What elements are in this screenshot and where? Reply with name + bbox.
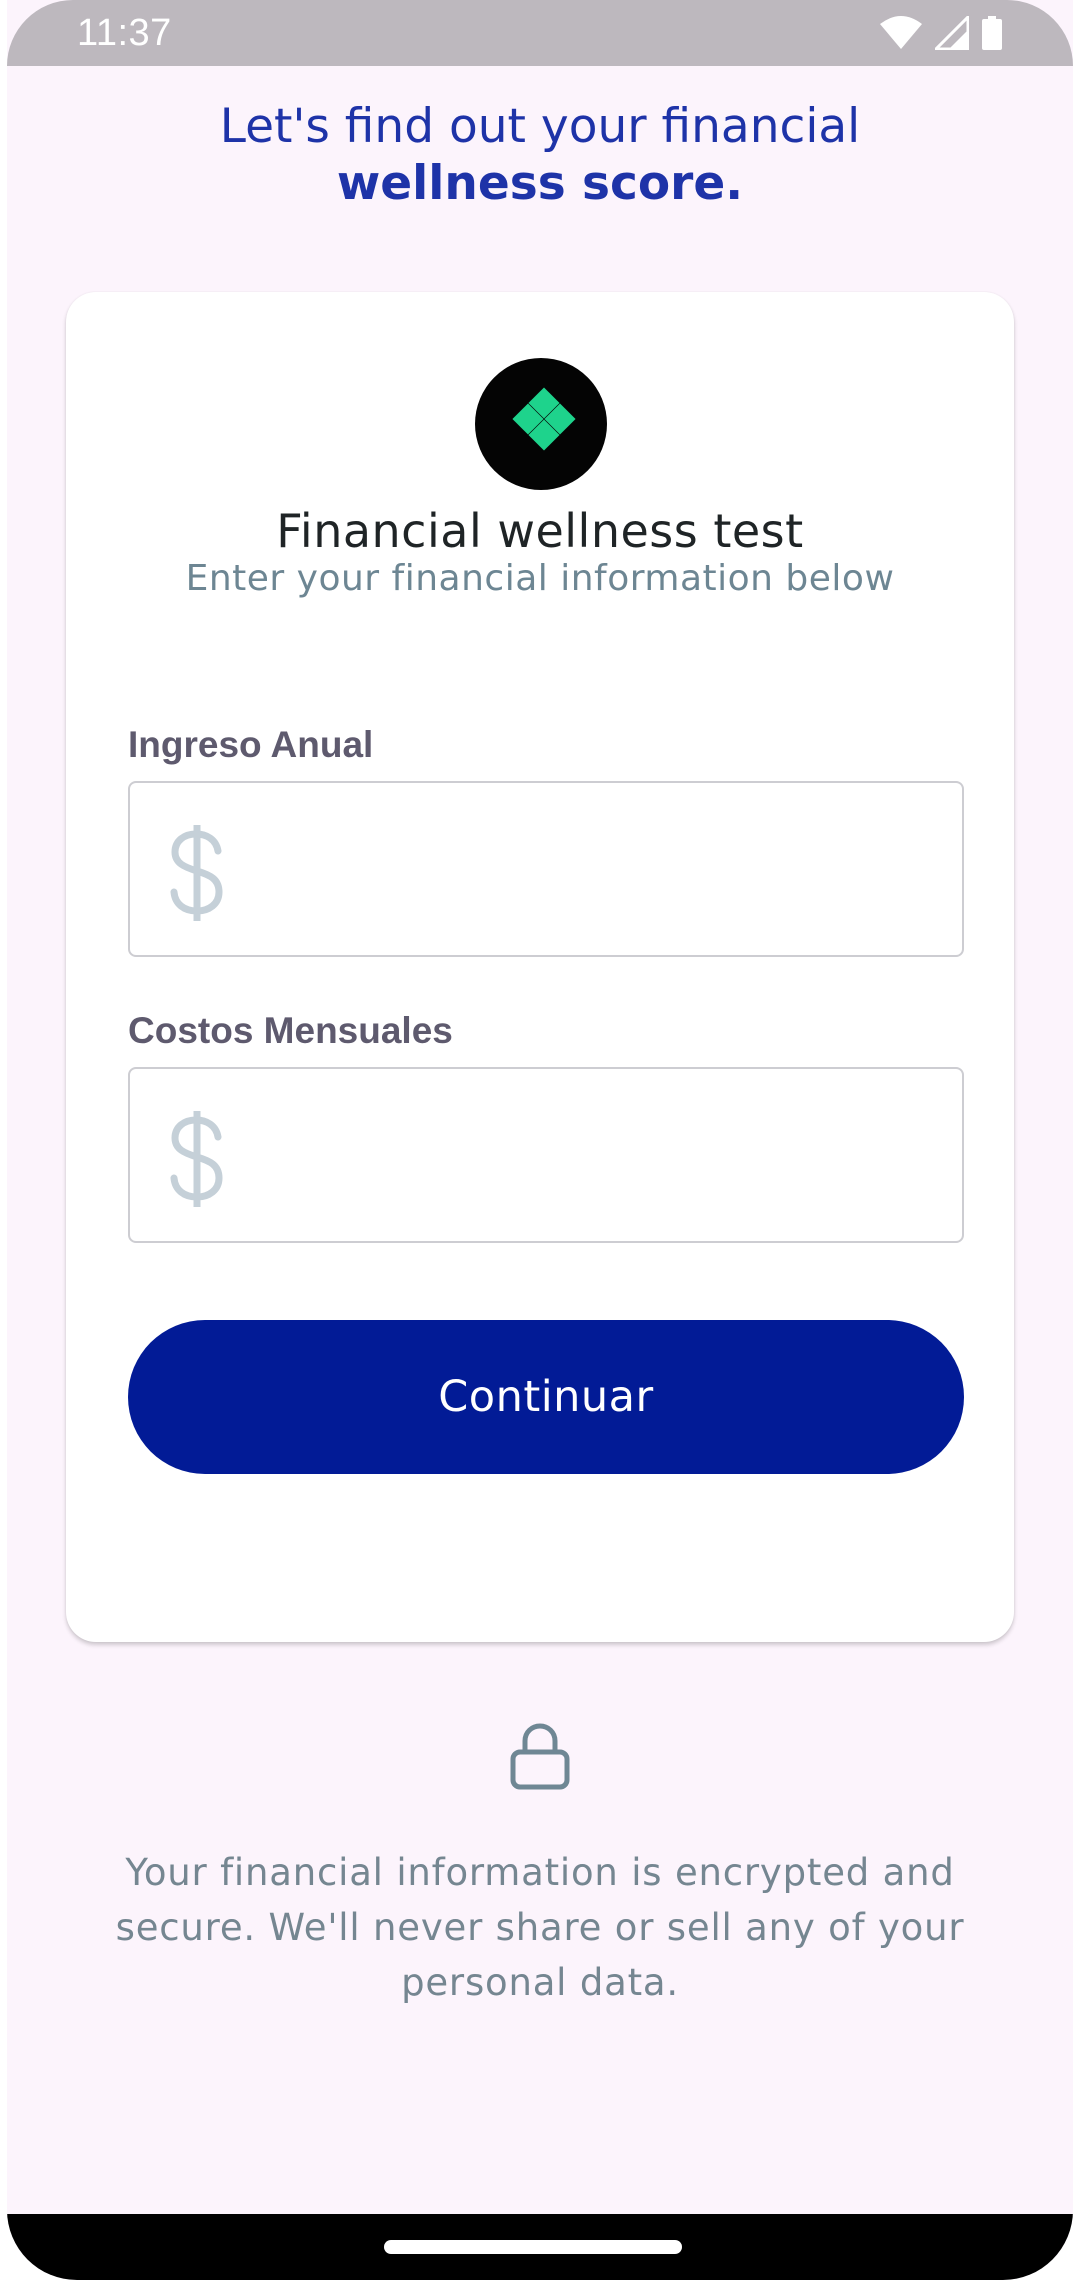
phone-frame: 11:37 Let's find out your financial well…	[0, 0, 1080, 2280]
diamond-grid-logo-icon	[475, 358, 607, 490]
monthly-costs-label: Costos Mensuales	[128, 1010, 453, 1051]
security-note: Your financial information is encrypted …	[115, 1851, 965, 2004]
monthly-costs-field[interactable]	[128, 1067, 964, 1243]
heading-line-2: wellness score.	[336, 156, 744, 211]
monthly-costs-input[interactable]	[250, 1069, 944, 1243]
card-title: Financial wellness test	[276, 504, 804, 558]
app-screen: 11:37 Let's find out your financial well…	[7, 0, 1073, 2280]
card-subtitle: Enter your financial information below	[185, 558, 895, 599]
continue-button[interactable]: Continuar	[128, 1320, 964, 1474]
status-time: 11:37	[77, 12, 172, 54]
status-bar: 11:37	[7, 0, 1073, 66]
annual-income-input[interactable]	[250, 783, 944, 957]
cellular-signal-icon	[935, 16, 969, 50]
lock-icon	[510, 1723, 570, 1790]
dollar-icon	[170, 1111, 223, 1207]
page-heading: Let's find out your financial wellness s…	[7, 98, 1073, 212]
wifi-icon	[880, 16, 922, 49]
battery-icon	[982, 16, 1002, 50]
dollar-icon	[170, 825, 223, 921]
home-indicator[interactable]	[384, 2240, 682, 2254]
wellness-card: Financial wellness test Enter your finan…	[66, 292, 1014, 1642]
status-icons	[879, 16, 1003, 50]
heading-line-1: Let's find out your financial	[219, 99, 861, 154]
annual-income-label: Ingreso Anual	[128, 724, 374, 765]
annual-income-field[interactable]	[128, 781, 964, 957]
